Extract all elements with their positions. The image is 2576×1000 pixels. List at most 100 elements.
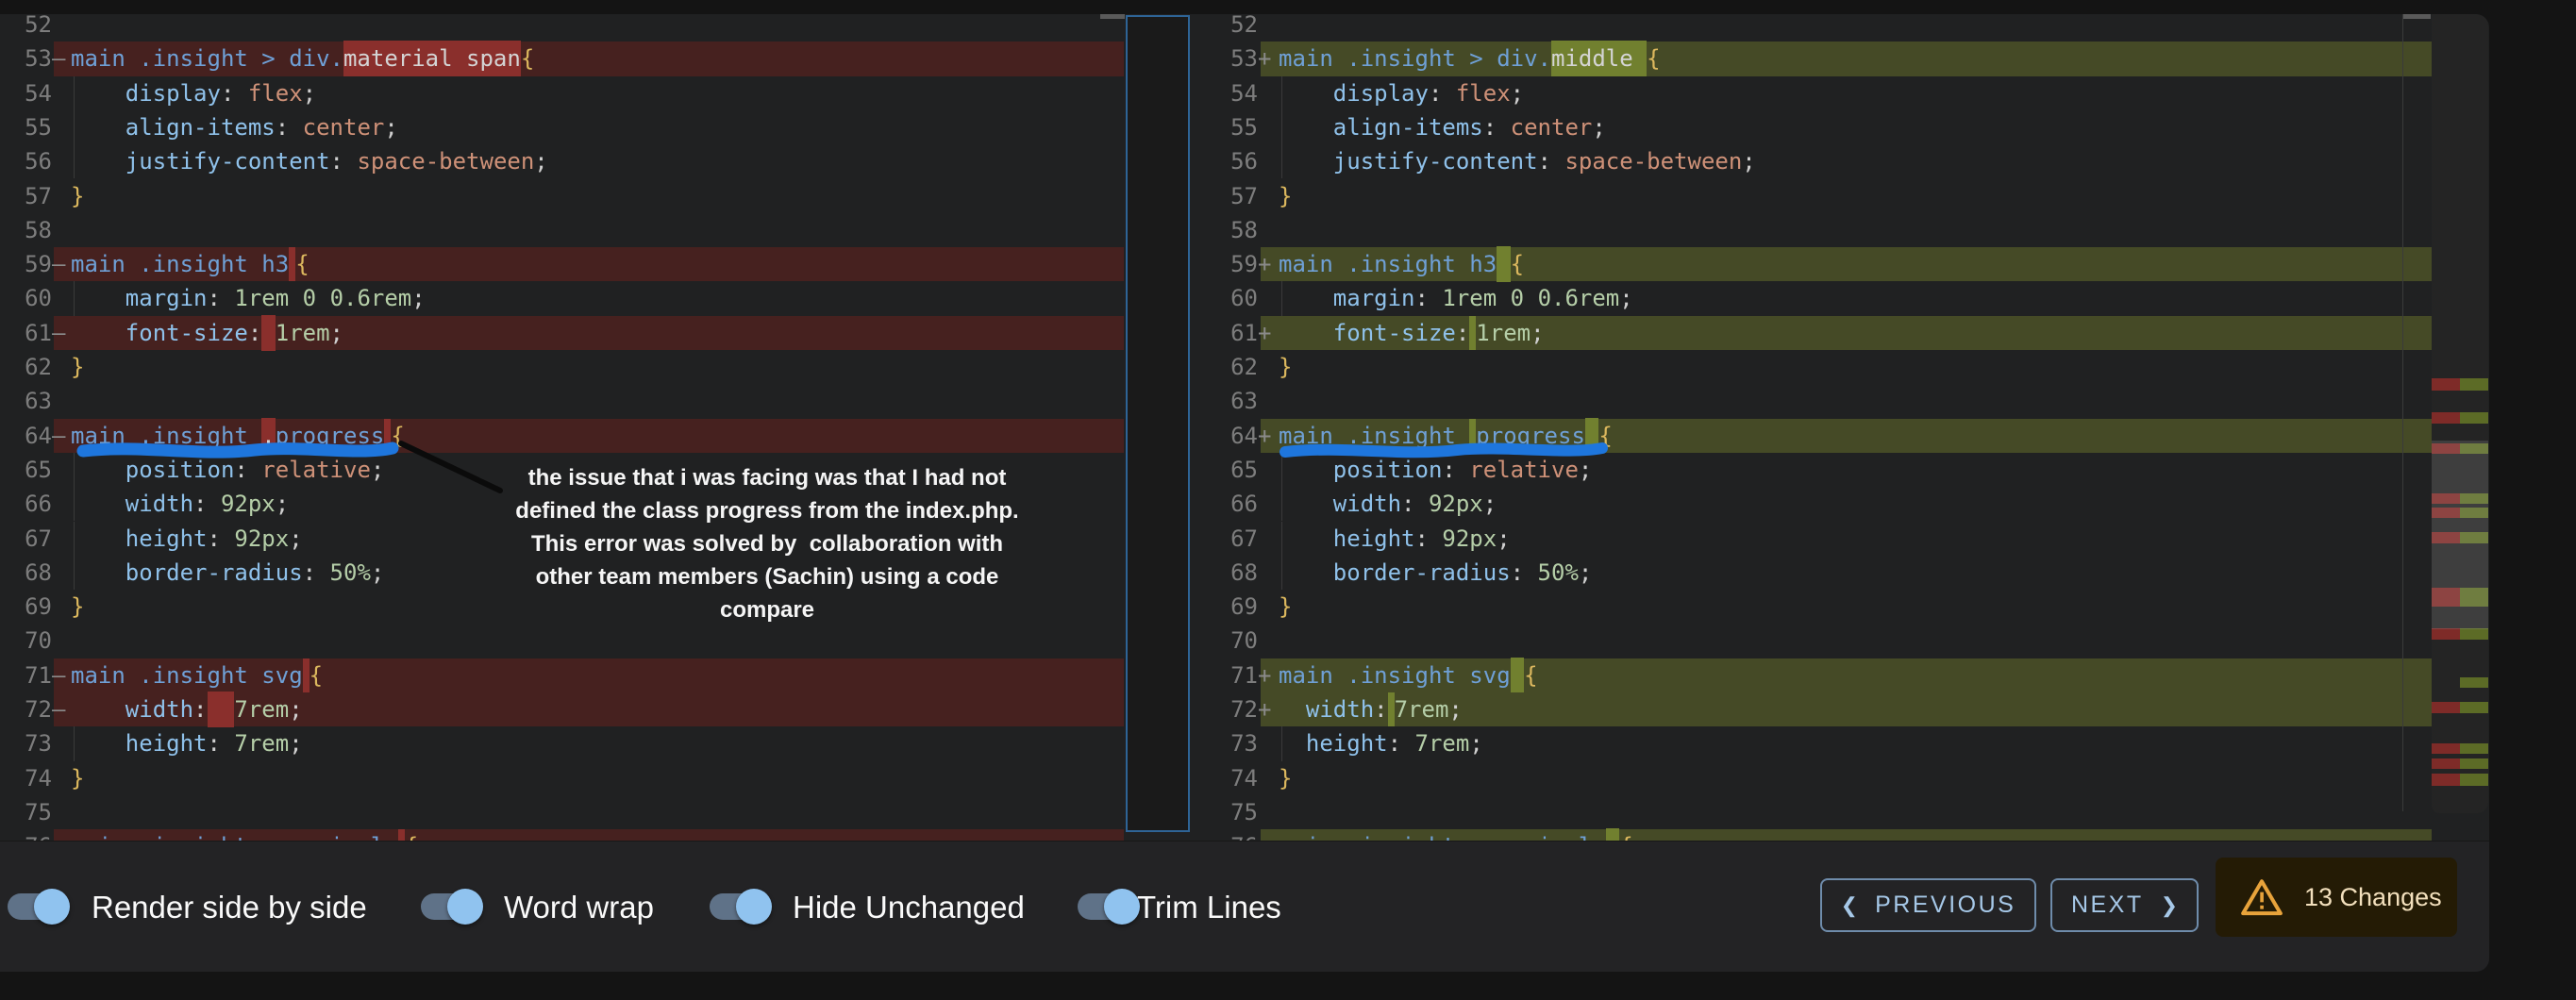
line-number: 53 bbox=[0, 42, 52, 75]
code-token: ; bbox=[1579, 457, 1592, 483]
ruler-viewport-slider[interactable] bbox=[2432, 441, 2488, 629]
code-token: height bbox=[125, 525, 208, 552]
code-token: { bbox=[1647, 45, 1660, 72]
code-token: 7rem bbox=[234, 696, 289, 723]
code-line: 75 bbox=[1191, 795, 2432, 829]
code-token: ; bbox=[1448, 696, 1462, 723]
code-token: : bbox=[1456, 320, 1469, 346]
code-text: align-items: center; bbox=[1279, 110, 1606, 144]
right-pane-scrollbar-thumb[interactable] bbox=[2403, 14, 2431, 19]
code-token: 7rem bbox=[1395, 696, 1449, 723]
code-token: : bbox=[1374, 696, 1387, 723]
line-number: 62 bbox=[0, 350, 52, 384]
code-text: } bbox=[1279, 590, 1292, 624]
diff-overview-ruler[interactable] bbox=[2432, 14, 2488, 813]
code-token: 92px bbox=[221, 491, 276, 517]
line-number: 70 bbox=[1191, 624, 1258, 658]
ruler-removed-mark bbox=[2432, 758, 2460, 769]
code-token: { bbox=[521, 45, 534, 72]
code-line: 55 align-items: center; bbox=[1191, 110, 2432, 144]
line-number: 59 bbox=[1191, 247, 1258, 281]
line-number: 76 bbox=[0, 829, 52, 841]
code-token: { bbox=[1524, 662, 1537, 689]
removed-sign: — bbox=[52, 316, 65, 350]
diff-editor-card: 5253—main .insight > div.material span{5… bbox=[0, 14, 2489, 972]
ruler-removed-mark bbox=[2432, 628, 2460, 640]
code-token: position bbox=[1333, 457, 1443, 483]
line-number: 61 bbox=[0, 316, 52, 350]
line-number: 56 bbox=[0, 144, 52, 178]
ruler-removed-mark bbox=[2432, 378, 2460, 391]
code-token: main .insight bbox=[71, 423, 261, 449]
ruler-added-mark bbox=[2460, 378, 2488, 391]
code-token: } bbox=[71, 183, 84, 209]
code-token: : bbox=[1415, 525, 1443, 552]
code-token: : bbox=[303, 559, 330, 586]
code-token: center bbox=[303, 114, 385, 141]
code-token: : bbox=[193, 696, 207, 723]
code-line: 57} bbox=[1191, 179, 2432, 213]
line-number: 65 bbox=[0, 453, 52, 487]
line-number: 71 bbox=[0, 658, 52, 692]
removed-sign: — bbox=[52, 829, 65, 841]
left-pane-scrollbar-thumb[interactable] bbox=[1100, 14, 1125, 19]
code-token: flex bbox=[1456, 80, 1511, 107]
line-number: 64 bbox=[0, 419, 52, 453]
added-sign: + bbox=[1258, 658, 1271, 692]
previous-change-button[interactable]: ❮ PREVIOUS bbox=[1820, 878, 2036, 932]
pane-divider[interactable] bbox=[1126, 15, 1190, 832]
code-text: main .insight h3 { bbox=[1279, 247, 1524, 281]
code-token: justify-content bbox=[125, 148, 330, 175]
code-token bbox=[71, 114, 125, 141]
code-token: width bbox=[125, 491, 193, 517]
code-token: 50% bbox=[1538, 559, 1579, 586]
code-token: width bbox=[125, 696, 193, 723]
code-token: main .insight h3 bbox=[71, 251, 289, 277]
ruler-diff-mark bbox=[2432, 743, 2488, 754]
toggle-switch-thumb[interactable] bbox=[1104, 889, 1140, 925]
code-token: justify-content bbox=[1333, 148, 1538, 175]
code-token: align-items bbox=[1333, 114, 1483, 141]
diff-pane-new: 5253+main .insight > div.middle {54 disp… bbox=[1191, 14, 2432, 841]
line-number: 72 bbox=[0, 692, 52, 726]
code-text: width: 7rem; bbox=[71, 692, 303, 726]
code-token: progress bbox=[1476, 423, 1585, 449]
code-token: ; bbox=[371, 559, 384, 586]
code-text: justify-content: space-between; bbox=[1279, 144, 1756, 178]
code-token: 1rem bbox=[1476, 320, 1531, 346]
code-text: } bbox=[71, 590, 84, 624]
code-token: : bbox=[1538, 148, 1565, 175]
code-text: main .insight > div.middle { bbox=[1279, 42, 1661, 75]
code-token bbox=[71, 80, 125, 107]
code-text: border-radius: 50%; bbox=[71, 556, 384, 590]
code-text: display: flex; bbox=[1279, 76, 1524, 110]
code-token: ; bbox=[1469, 730, 1482, 757]
code-token: ; bbox=[1511, 80, 1524, 107]
code-token: ; bbox=[371, 457, 384, 483]
line-number: 62 bbox=[1191, 350, 1258, 384]
code-token: ; bbox=[1531, 320, 1544, 346]
code-token: { bbox=[1619, 833, 1632, 841]
code-token bbox=[71, 525, 125, 552]
code-text: main .insight svg{ bbox=[71, 658, 323, 692]
code-token: flex bbox=[248, 80, 303, 107]
code-token: { bbox=[1511, 251, 1524, 277]
line-number: 61 bbox=[1191, 316, 1258, 350]
code-text: width: 92px; bbox=[1279, 487, 1497, 521]
ruler-diff-mark bbox=[2432, 758, 2488, 769]
added-sign: + bbox=[1258, 247, 1271, 281]
line-number: 54 bbox=[1191, 76, 1258, 110]
code-token: { bbox=[391, 423, 404, 449]
word-diff-highlight bbox=[1585, 418, 1598, 454]
code-text: margin: 1rem 0 0.6rem; bbox=[1279, 281, 1633, 315]
word-diff-highlight: . bbox=[261, 418, 275, 454]
ruler-added-mark bbox=[2460, 774, 2488, 786]
code-text: } bbox=[71, 179, 84, 213]
removed-sign: — bbox=[52, 692, 65, 726]
code-line: 74} bbox=[0, 761, 1124, 795]
code-text: } bbox=[1279, 179, 1292, 213]
code-line: 60 margin: 1rem 0 0.6rem; bbox=[1191, 281, 2432, 315]
added-sign: + bbox=[1258, 692, 1271, 726]
code-token: margin bbox=[1333, 285, 1415, 311]
next-change-button[interactable]: NEXT ❯ bbox=[2050, 878, 2199, 932]
